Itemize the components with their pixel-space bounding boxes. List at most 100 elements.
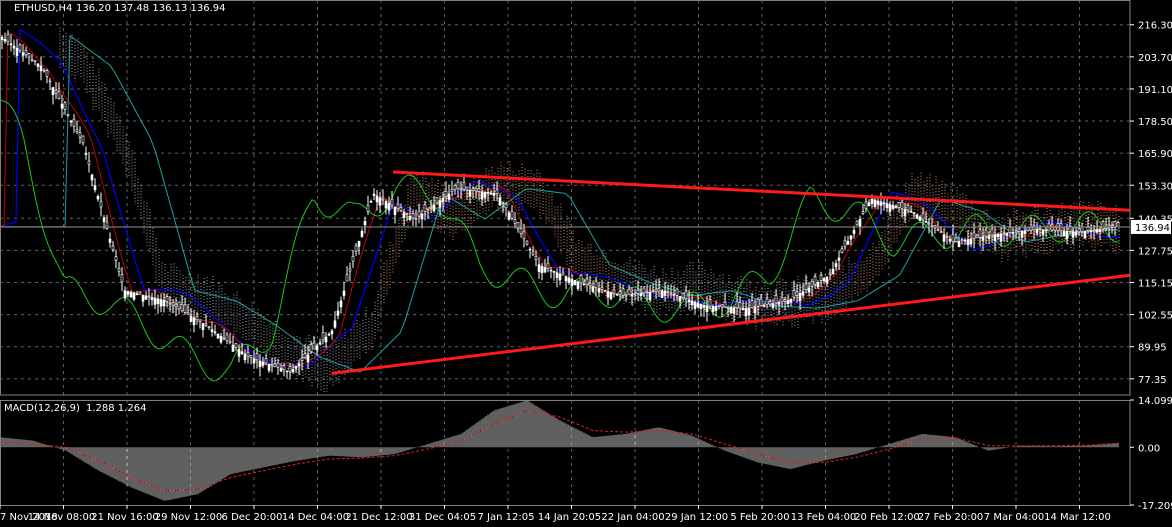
symbol-label: ETHUSD,H4 xyxy=(14,3,72,14)
candle-body xyxy=(33,60,37,62)
candle-body xyxy=(258,360,262,368)
candle-body xyxy=(243,353,247,361)
candle-body xyxy=(909,210,913,213)
candle-body xyxy=(87,160,91,165)
time-label: 5 Feb 20:00 xyxy=(730,512,789,523)
candle-body xyxy=(678,296,682,302)
current-price-text: 136.94 xyxy=(1135,223,1170,234)
candle-body xyxy=(123,290,127,298)
candle-body xyxy=(327,333,331,336)
candle-body xyxy=(747,307,751,316)
candle-body xyxy=(738,302,742,309)
candle-body xyxy=(753,306,757,314)
candle-body xyxy=(639,293,643,296)
candle-body xyxy=(15,47,19,56)
candle-body xyxy=(219,335,223,343)
candle-body xyxy=(897,202,901,208)
candle-body xyxy=(48,80,52,83)
candle-body xyxy=(486,192,490,194)
candle-body xyxy=(540,265,544,274)
candle-body xyxy=(237,349,241,357)
candle-body xyxy=(687,299,691,303)
time-label: 22 Jan 04:00 xyxy=(601,512,664,523)
time-label: 27 Feb 20:00 xyxy=(918,512,984,523)
candle-body xyxy=(1020,230,1024,238)
candle-body xyxy=(57,91,61,99)
candle-body xyxy=(795,291,799,296)
candle-body xyxy=(855,220,859,226)
candle-body xyxy=(702,305,706,308)
candle-body xyxy=(603,290,607,292)
time-label: 7 Jan 12:05 xyxy=(478,512,535,523)
candle-body xyxy=(1023,230,1027,235)
candle-body xyxy=(1101,221,1105,230)
candle-body xyxy=(732,307,736,314)
candle-body xyxy=(285,370,289,373)
candle-body xyxy=(774,295,778,304)
candle-body xyxy=(369,201,373,203)
candle-body xyxy=(636,289,640,294)
candle-body xyxy=(531,251,535,255)
candle-body xyxy=(585,278,589,286)
candle-body xyxy=(342,290,346,296)
candle-body xyxy=(534,255,538,260)
candle-body xyxy=(936,229,940,231)
candle-body xyxy=(783,299,787,302)
candle-body xyxy=(432,204,436,212)
trendline-lower xyxy=(331,273,1131,375)
candle-body xyxy=(840,248,844,253)
candle-body xyxy=(414,217,418,220)
candle-body xyxy=(21,52,25,56)
candle-body xyxy=(375,195,379,203)
candle-body xyxy=(627,288,631,296)
candle-body xyxy=(468,189,472,197)
candle-body xyxy=(453,185,457,190)
candle-body xyxy=(1074,231,1078,236)
time-label: 31 Dec 04:05 xyxy=(409,512,476,523)
candle-body xyxy=(75,129,79,133)
macd-label: MACD(12,26,9) xyxy=(4,403,80,414)
candle-body xyxy=(9,43,13,46)
candle-body xyxy=(36,63,40,67)
candle-body xyxy=(612,289,616,294)
candle-body xyxy=(717,304,721,307)
candle-body xyxy=(1080,226,1084,232)
candle-body xyxy=(180,304,184,311)
candle-body xyxy=(1062,230,1066,237)
candle-body xyxy=(675,288,679,296)
candle-body xyxy=(69,120,73,123)
candle-body xyxy=(18,44,22,51)
candle-body xyxy=(195,315,199,321)
candle-body xyxy=(354,245,358,252)
candle-body xyxy=(81,135,85,144)
candle-body xyxy=(231,344,235,352)
candle-body xyxy=(423,204,427,212)
candle-body xyxy=(993,234,997,241)
time-label: 21 Nov 16:00 xyxy=(91,512,158,523)
macd-histogram xyxy=(1,400,1119,501)
candle-body xyxy=(723,301,727,308)
candle-body xyxy=(288,366,292,373)
price-label: 115.15 xyxy=(1138,278,1172,289)
candle-body xyxy=(990,228,994,236)
candle-body xyxy=(168,302,172,305)
candle-body xyxy=(597,288,601,293)
candle-body xyxy=(966,239,970,245)
candle-body xyxy=(870,198,874,204)
candle-body xyxy=(570,278,574,286)
candle-body xyxy=(735,301,739,309)
candle-body xyxy=(240,351,244,355)
price-chart[interactable]: 7 Nov 201814 Nov 08:0021 Nov 16:0029 Nov… xyxy=(0,0,1172,527)
candle-body xyxy=(213,331,217,334)
candle-body xyxy=(903,208,907,216)
candle-body xyxy=(429,206,433,209)
candle-body xyxy=(378,197,382,206)
candle-body xyxy=(426,207,430,210)
candle-body xyxy=(744,308,748,317)
candle-body xyxy=(828,272,832,275)
candle-body xyxy=(351,255,355,262)
candle-body xyxy=(96,195,100,200)
candle-body xyxy=(825,276,829,283)
candle-body xyxy=(1005,232,1009,236)
candle-body xyxy=(447,193,451,200)
